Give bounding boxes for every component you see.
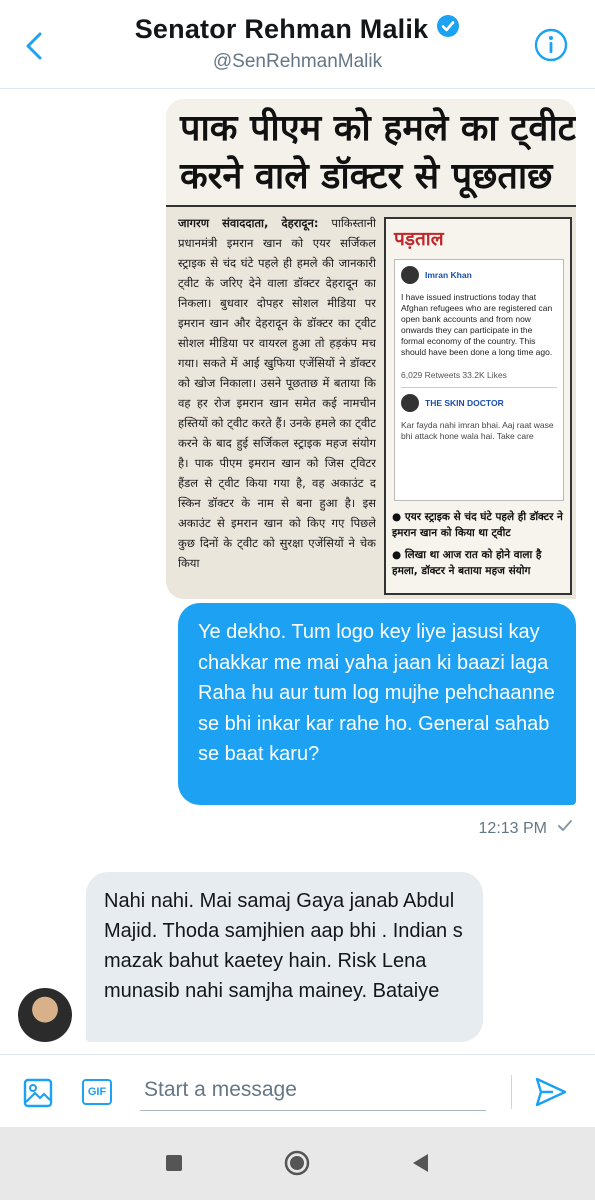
newspaper-image-message[interactable]: पाक पीएम को हमले का ट्वीट करने वाले डॉक्… <box>166 99 576 599</box>
timestamp-text: 12:13 PM <box>478 819 547 837</box>
contact-handle: @SenRehmanMalik <box>212 51 383 72</box>
reply-text: Kar fayda nahi imran bhai. Aaj raat wase… <box>401 420 554 441</box>
bullet-item: ● एयर स्ट्राइक से चंद घंटे पहले ही डॉक्ट… <box>392 511 563 539</box>
back-triangle-icon[interactable] <box>410 1152 430 1174</box>
conversation-header: Senator Rehman Malik @SenRehmanMalik <box>0 0 595 89</box>
sidebar-box-title: पड़ताल <box>394 228 444 250</box>
message-list[interactable]: पाक पीएम को हमले का ट्वीट करने वाले डॉक्… <box>0 89 595 1053</box>
info-icon[interactable] <box>533 27 569 63</box>
bullet-item: ● लिखा था आज रात को होने वाला है हमला, ड… <box>392 549 542 577</box>
send-icon[interactable] <box>533 1075 569 1109</box>
verified-badge-icon <box>436 14 460 45</box>
sent-check-icon <box>557 819 573 838</box>
system-navigation-bar <box>0 1127 595 1200</box>
home-icon[interactable] <box>284 1150 310 1176</box>
reply-author-name: THE SKIN DOCTOR <box>425 397 504 408</box>
reply-author-avatar <box>401 394 419 412</box>
newspaper-article-body: जागरण संवाददाता, देहरादून: पाकिस्तानी प्… <box>178 213 376 593</box>
composer-divider <box>511 1075 512 1109</box>
embedded-tweet-screenshot: Imran Khan I have issued instructions to… <box>394 259 564 501</box>
article-text: पाकिस्तानी प्रधानमंत्री इमरान खान को एयर… <box>178 216 376 570</box>
tweet-stats: 6,029 Retweets 33.2K Likes <box>401 370 507 380</box>
message-input[interactable] <box>140 1069 486 1111</box>
message-composer: GIF <box>0 1054 595 1127</box>
recent-apps-icon[interactable] <box>166 1155 182 1171</box>
sidebar-bullets: ● एयर स्ट्राइक से चंद घंटे पहले ही डॉक्ट… <box>392 509 564 585</box>
title-block[interactable]: Senator Rehman Malik @SenRehmanMalik <box>0 14 595 73</box>
headline-line-2: करने वाले डॉक्टर से पूछताछ <box>180 156 553 197</box>
message-timestamp: 12:13 PM <box>479 819 573 838</box>
incoming-message-text: Nahi nahi. Mai samaj Gaya janab Abdul Ma… <box>104 890 463 1002</box>
newspaper-sidebar-box: पड़ताल Imran Khan I have issued instruct… <box>384 217 572 595</box>
incoming-message-bubble[interactable]: Nahi nahi. Mai samaj Gaya janab Abdul Ma… <box>86 872 483 1042</box>
article-byline: जागरण संवाददाता, देहरादून: <box>178 216 319 230</box>
sender-avatar[interactable] <box>18 988 72 1042</box>
newspaper-headline: पाक पीएम को हमले का ट्वीट करने वाले डॉक्… <box>166 99 576 207</box>
gif-button[interactable]: GIF <box>82 1079 112 1105</box>
tweet-author-name: Imran Khan <box>425 269 472 280</box>
tweet-text: I have issued instructions today that Af… <box>401 292 553 357</box>
conversation-title[interactable]: Senator Rehman Malik <box>135 14 461 45</box>
outgoing-message-text: Ye dekho. Tum logo key liye jasusi kay c… <box>198 621 555 765</box>
image-icon[interactable] <box>22 1077 54 1109</box>
tweet-author-avatar <box>401 266 419 284</box>
headline-line-1: पाक पीएम को हमले का ट्वीट <box>180 108 576 149</box>
outgoing-message-bubble[interactable]: Ye dekho. Tum logo key liye jasusi kay c… <box>178 603 576 805</box>
contact-name: Senator Rehman Malik <box>134 14 429 44</box>
